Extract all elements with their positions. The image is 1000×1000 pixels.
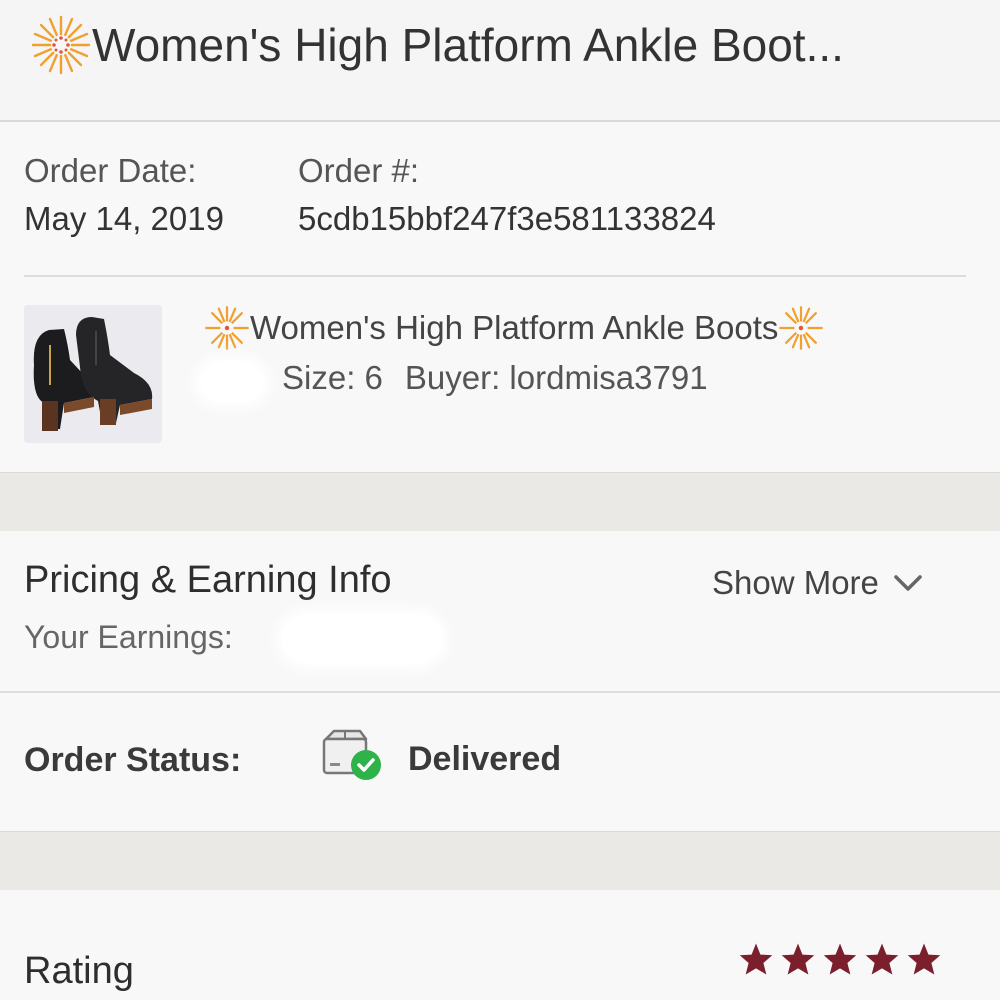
star-icon	[823, 943, 857, 975]
item-thumbnail[interactable]	[24, 305, 162, 443]
redacted-earnings	[282, 615, 442, 663]
divider	[24, 275, 966, 277]
pricing-title: Pricing & Earning Info	[24, 559, 392, 601]
star-icon	[781, 943, 815, 975]
item-meta: Size: 6 Buyer: lordmisa3791	[282, 359, 708, 397]
rating-label: Rating	[24, 950, 134, 992]
order-number-label: Order #:	[298, 152, 420, 189]
page-title: Women's High Platform Ankle Boot...	[30, 14, 844, 76]
sunburst-icon	[31, 15, 91, 75]
page-header: Women's High Platform Ankle Boot...	[0, 0, 1000, 122]
redacted-area	[200, 362, 264, 402]
item-buyer[interactable]: Buyer: lordmisa3791	[405, 359, 708, 396]
show-more-label: Show More	[712, 564, 879, 601]
order-date-label: Order Date:	[24, 152, 197, 189]
order-status-card: Order Status: Delivered	[0, 693, 1000, 831]
section-spacer	[0, 472, 1000, 532]
star-icon	[739, 943, 773, 975]
order-number-value[interactable]: 5cdb15bbf247f3e581133824	[298, 200, 716, 238]
sunburst-icon	[779, 306, 824, 350]
section-spacer	[0, 831, 1000, 891]
earnings-label: Your Earnings:	[24, 619, 233, 655]
show-more-button[interactable]: Show More	[712, 564, 923, 602]
item-title[interactable]: Women's High Platform Ankle Boots	[204, 305, 824, 351]
package-delivered-icon	[322, 729, 381, 780]
order-status-value: Delivered	[408, 740, 562, 778]
star-rating	[738, 942, 942, 976]
star-icon	[907, 943, 941, 975]
boots-photo	[24, 305, 162, 443]
rating-card: Rating	[0, 890, 1000, 1000]
sunburst-icon	[205, 306, 249, 350]
page-title-text: Women's High Platform Ankle Boot...	[92, 19, 844, 71]
chevron-down-icon	[894, 575, 922, 591]
order-status-label: Order Status:	[24, 741, 242, 779]
order-info-card: Order Date: May 14, 2019 Order #: 5cdb15…	[0, 122, 1000, 472]
item-size: Size: 6	[282, 359, 383, 396]
order-date-value: May 14, 2019	[24, 200, 224, 237]
item-title-text: Women's High Platform Ankle Boots	[250, 309, 779, 346]
star-icon	[865, 943, 899, 975]
pricing-card: Pricing & Earning Info Show More Your Ea…	[0, 531, 1000, 693]
